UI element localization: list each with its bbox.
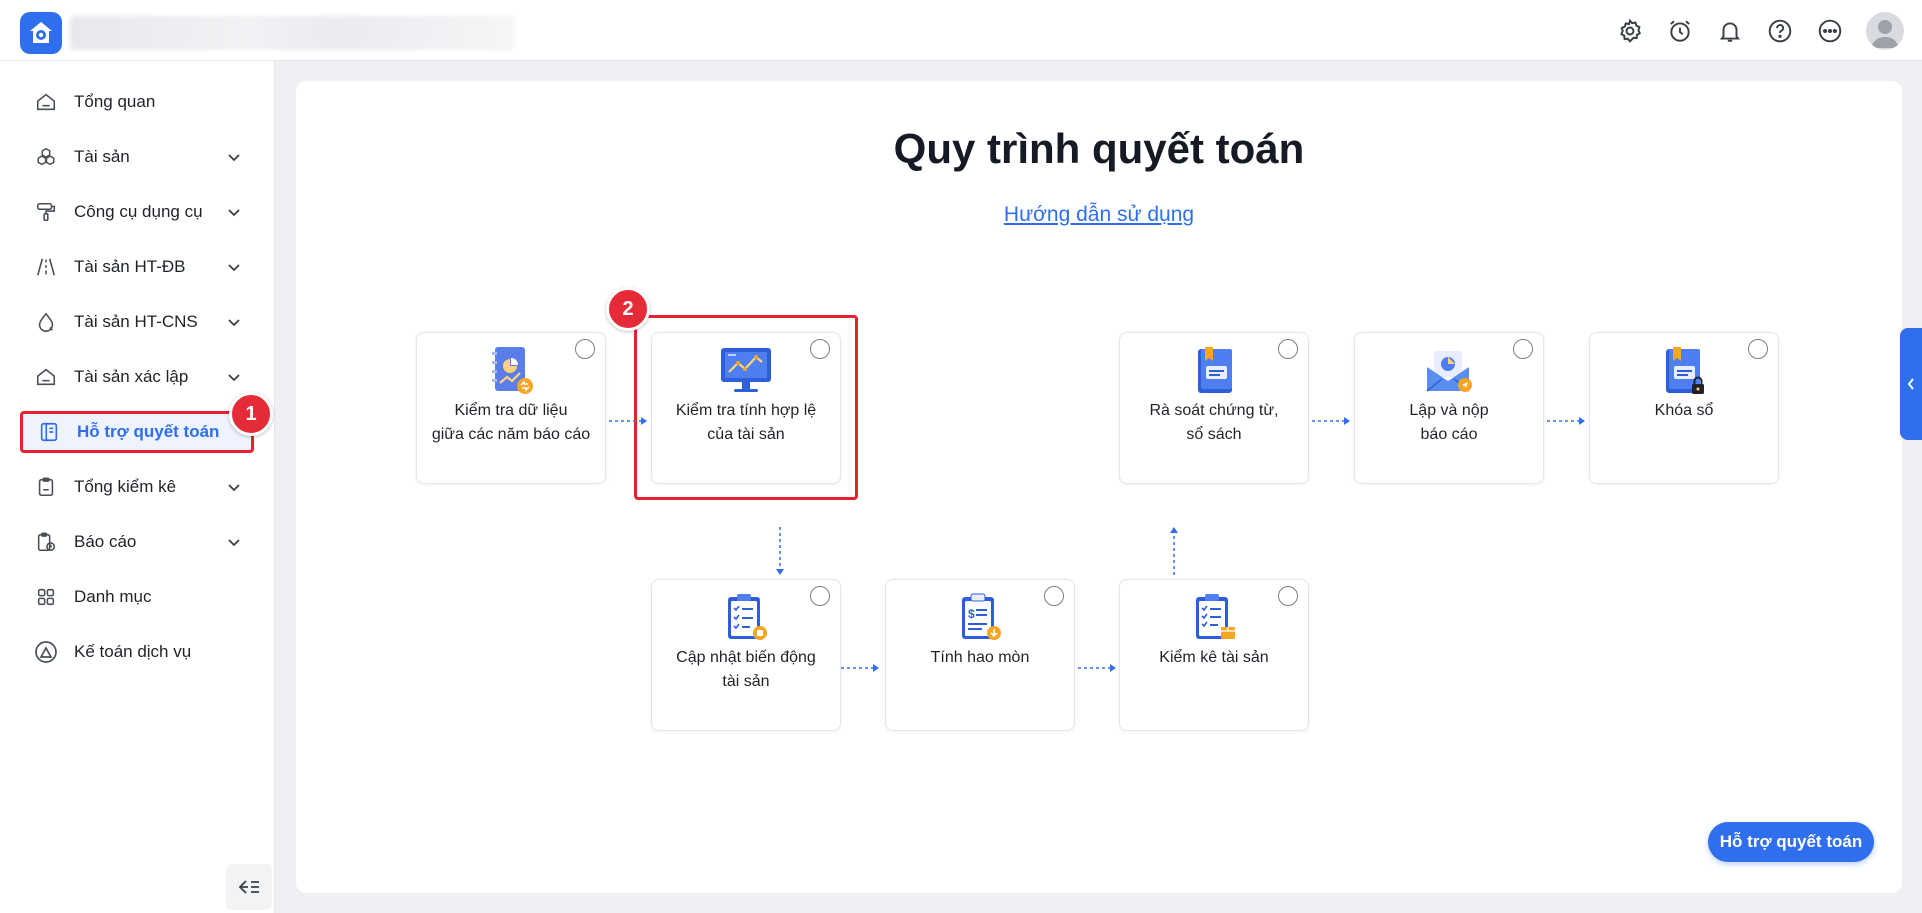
book-icon — [37, 420, 61, 444]
step-label: Kiểm kê tài sản — [1159, 649, 1269, 666]
road-icon — [34, 255, 58, 279]
clipboard-icon — [34, 475, 58, 499]
user-avatar[interactable] — [1866, 12, 1904, 50]
chevron-down-icon — [228, 484, 240, 492]
sidebar-item-ke-toan-dich-vu[interactable]: Kế toán dịch vụ — [20, 631, 254, 673]
step-card-kiem-ke-tai-san[interactable]: Kiểm kê tài sản — [1119, 579, 1309, 731]
envelope-report-icon — [1355, 345, 1543, 397]
sidebar-item-label: Tổng kiểm kê — [74, 477, 177, 496]
chevron-down-icon — [228, 154, 240, 162]
chevron-down-icon — [228, 209, 240, 217]
step-badge-1: 1 — [229, 392, 273, 436]
notebook-chart-icon — [417, 345, 605, 397]
sidebar-item-label: Danh mục — [74, 587, 152, 606]
cubes-icon — [34, 145, 58, 169]
app-logo-icon[interactable] — [20, 12, 62, 54]
step-card-lap-va-nop-bao-cao[interactable]: Lập và nộp báo cáo — [1354, 332, 1544, 484]
sidebar-item-ho-tro-quyet-toan[interactable]: Hỗ trợ quyết toán — [20, 411, 254, 453]
collapse-sidebar-button[interactable] — [226, 864, 272, 910]
chevron-down-icon — [228, 319, 240, 327]
sidebar-item-label: Tài sản xác lập — [74, 367, 189, 386]
sidebar-item-label: Hỗ trợ quyết toán — [77, 422, 220, 441]
more-icon[interactable] — [1816, 17, 1844, 45]
chevron-left-icon — [1907, 378, 1914, 390]
step-label: Kiểm tra dữ liệu giữa các năm báo cáo — [431, 402, 591, 443]
step-card-khoa-so[interactable]: Khóa sổ — [1589, 332, 1779, 484]
flow-arrow-right — [609, 417, 647, 425]
flow-arrow-down — [776, 527, 784, 575]
alarm-clock-icon[interactable] — [1666, 17, 1694, 45]
sidebar-item-label: Báo cáo — [74, 532, 137, 551]
sidebar-item-tai-san-xac-lap[interactable]: Tài sản xác lập — [20, 356, 254, 398]
sidebar-item-label: Kế toán dịch vụ — [74, 642, 192, 661]
step-label: Tính hao mòn — [930, 649, 1030, 666]
sidebar-item-tai-san-ht-db[interactable]: Tài sản HT-ĐB — [20, 246, 254, 288]
blurred-org-name — [70, 16, 515, 50]
main-panel: Quy trình quyết toán Hướng dẫn sử dụng K… — [296, 81, 1902, 893]
step-card-tinh-hao-mon[interactable]: $ Tính hao mòn — [885, 579, 1075, 731]
bell-icon[interactable] — [1716, 17, 1744, 45]
checklist-icon — [652, 592, 840, 644]
flow-arrow-right — [1078, 664, 1116, 672]
sidebar-item-bao-cao[interactable]: Báo cáo — [20, 521, 254, 563]
right-panel-toggle[interactable] — [1900, 328, 1922, 440]
step-label: Rà soát chứng từ, sổ sách — [1149, 402, 1279, 443]
flow-arrow-right — [1547, 417, 1585, 425]
chevron-down-icon — [228, 264, 240, 272]
chevron-down-icon — [228, 539, 240, 547]
triangle-logo-icon — [34, 640, 58, 664]
step-label: Lập và nộp báo cáo — [1409, 402, 1489, 443]
locked-book-icon — [1590, 345, 1778, 397]
highlight-box — [634, 315, 858, 500]
sidebar-item-tai-san[interactable]: Tài sản — [20, 136, 254, 178]
paint-roller-icon — [34, 200, 58, 224]
flow-arrow-right — [1312, 417, 1350, 425]
sidebar-item-tai-san-ht-cns[interactable]: Tài sản HT-CNS — [20, 301, 254, 343]
step-label: Cập nhật biến động tài sản — [676, 649, 816, 690]
sidebar-item-danh-muc[interactable]: Danh mục — [20, 576, 254, 618]
page-title: Quy trình quyết toán — [893, 125, 1305, 172]
sidebar-item-label: Tài sản HT-CNS — [74, 312, 198, 331]
ho-tro-quyet-toan-button[interactable]: Hỗ trợ quyết toán — [1708, 822, 1874, 862]
step-card-ra-soat-chung-tu[interactable]: Rà soát chứng từ, sổ sách — [1119, 332, 1309, 484]
chevron-down-icon — [228, 374, 240, 382]
home-icon — [34, 90, 58, 114]
settings-icon[interactable] — [1616, 17, 1644, 45]
collapse-left-icon — [238, 880, 259, 894]
home-icon — [34, 365, 58, 389]
sidebar-item-cong-cu-dung-cu[interactable]: Công cụ dụng cụ — [20, 191, 254, 233]
flow-arrow-right — [841, 664, 879, 672]
report-icon — [34, 530, 58, 554]
step-badge-2: 2 — [606, 287, 650, 331]
sidebar: Tổng quan Tài sản Công cụ dụng cụ Tài sả… — [0, 61, 275, 913]
sidebar-item-tong-kiem-ke[interactable]: Tổng kiểm kê — [20, 466, 254, 508]
step-card-kiem-tra-du-lieu[interactable]: Kiểm tra dữ liệu giữa các năm báo cáo — [416, 332, 606, 484]
help-icon[interactable] — [1766, 17, 1794, 45]
sidebar-item-label: Tổng quan — [74, 92, 156, 111]
sidebar-item-tong-quan[interactable]: Tổng quan — [20, 81, 254, 123]
user-guide-link[interactable]: Hướng dẫn sử dụng — [1004, 203, 1194, 226]
invoice-icon: $ — [886, 592, 1074, 644]
sidebar-item-label: Tài sản HT-ĐB — [74, 257, 186, 276]
water-drop-icon — [34, 310, 58, 334]
flow-arrow-up — [1170, 527, 1178, 575]
inventory-clipboard-icon — [1120, 592, 1308, 644]
step-card-cap-nhat-bien-dong[interactable]: Cập nhật biến động tài sản — [651, 579, 841, 731]
top-bar — [0, 0, 1922, 61]
sidebar-item-label: Công cụ dụng cụ — [74, 202, 203, 221]
step-label: Khóa sổ — [1654, 402, 1714, 419]
sidebar-item-label: Tài sản — [74, 147, 130, 166]
grid-icon — [34, 585, 58, 609]
svg-text:$: $ — [968, 607, 975, 621]
book-icon — [1120, 345, 1308, 397]
